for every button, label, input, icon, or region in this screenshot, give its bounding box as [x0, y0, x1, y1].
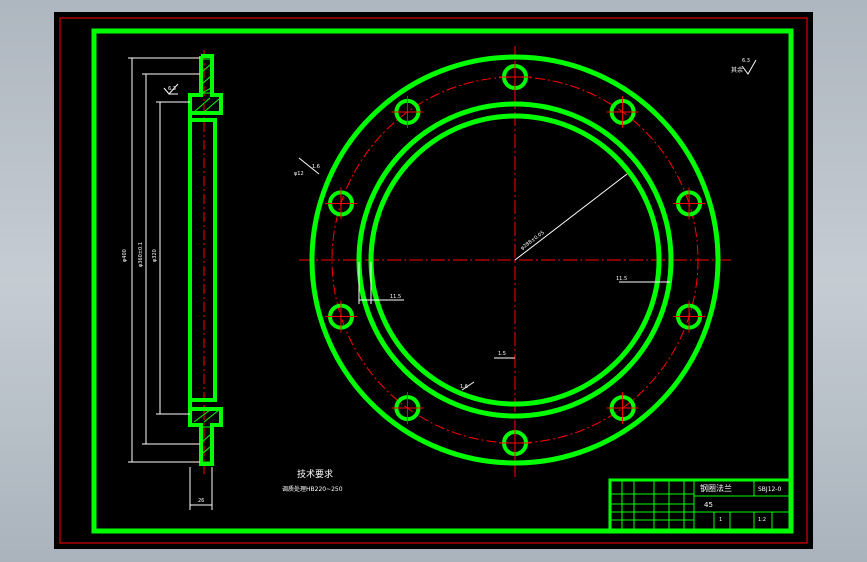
part-name: 钢圈法兰 [700, 483, 732, 493]
dim-overall-diameter: φ400 [122, 249, 128, 262]
section-view: φ400 φ360±0.1 φ320 26 6.3 [122, 50, 223, 510]
roughness-mark-section: 6.3 [168, 86, 176, 92]
svg-text:6.3: 6.3 [742, 58, 750, 64]
material: 45 [704, 501, 713, 509]
quantity: 1 [719, 517, 722, 523]
dim-inner-bore: φ288±0.05 [520, 230, 546, 252]
notes-title: 技术要求 [297, 468, 333, 480]
dim-hole: φ12 [294, 171, 304, 177]
outer-border [59, 17, 808, 544]
drawing-number: SBJ12-0 [758, 486, 781, 493]
cad-canvas: φ400 φ360±0.1 φ320 26 6.3 φ288±0.05 11.5… [59, 17, 808, 544]
notes-line: 调质处理HB220~250 [282, 485, 343, 493]
drawing-sheet: φ400 φ360±0.1 φ320 26 6.3 φ288±0.05 11.5… [54, 12, 813, 549]
drawing-frame [91, 28, 794, 534]
svg-text:其余: 其余 [731, 66, 743, 74]
general-roughness: 其余 6.3 [731, 58, 757, 75]
dim-text-2: 1.5 [498, 351, 506, 357]
front-view: φ288±0.05 11.5 1.5 11.5 1.6 1.6 φ12 [294, 46, 734, 477]
title-block: 钢圈法兰 SBJ12-0 45 1:2 1 [608, 478, 793, 532]
dim-bolt-circle: φ360±0.1 [138, 242, 144, 267]
dim-text-3: 11.5 [616, 276, 627, 282]
dim-inner-diameter: φ320 [152, 249, 158, 262]
dim-text-4: 1.6 [460, 384, 468, 390]
scale: 1:2 [758, 517, 766, 523]
dim-thickness: 26 [198, 498, 204, 504]
radius-leader [514, 173, 628, 261]
dim-text-1: 11.5 [390, 294, 401, 300]
dim-text-5: 1.6 [312, 164, 320, 170]
